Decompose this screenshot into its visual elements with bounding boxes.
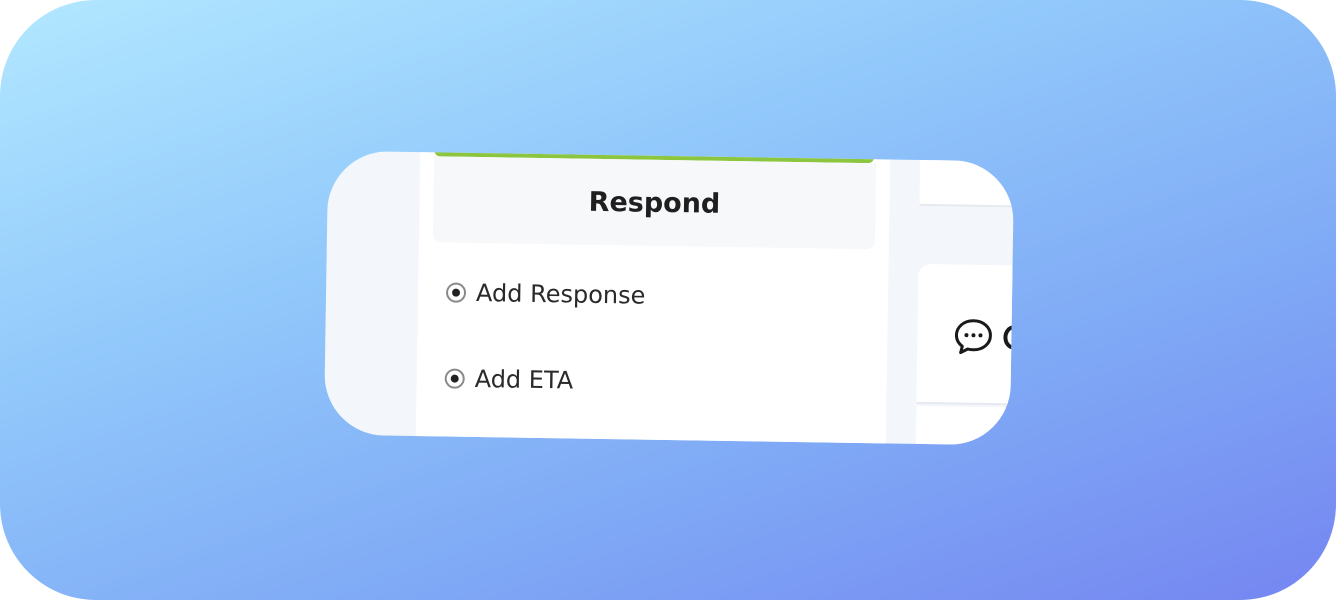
respond-header: Respond [432,156,877,250]
right-bottom-card [915,405,1015,446]
right-activity-card [916,263,1015,407]
screenshot-card: Respond Add Response Add ETA [323,150,1015,446]
add-response-label: Add Response [475,278,646,310]
chat-bubble-icon[interactable] [953,316,994,357]
radio-icon[interactable] [445,282,467,303]
gradient-background: Respond Add Response Add ETA [0,0,1336,600]
add-response-option[interactable]: Add Response [445,278,646,310]
respond-panel: Respond Add Response Add ETA [415,150,891,446]
radio-icon[interactable] [444,368,465,389]
partial-icon [1003,325,1015,350]
right-top-card [919,150,1015,209]
add-eta-label: Add ETA [474,364,574,395]
add-eta-option[interactable]: Add ETA [444,364,574,395]
